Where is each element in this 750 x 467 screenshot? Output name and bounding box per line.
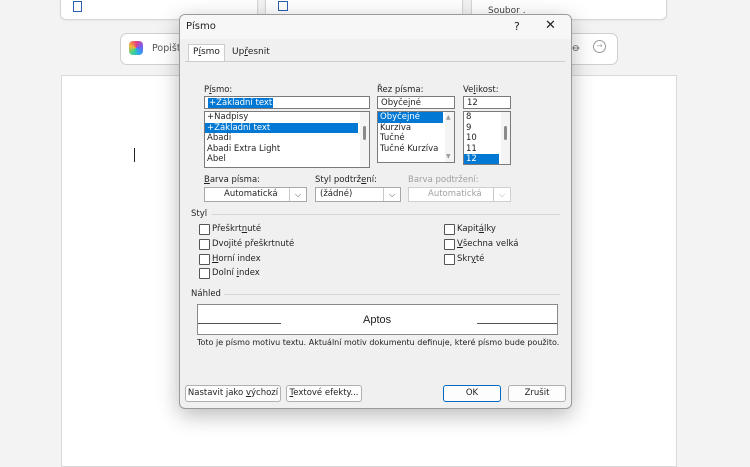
font-list-item[interactable]: Abadi	[205, 133, 369, 144]
preview-separator	[224, 294, 560, 295]
dialog-title: Písmo	[186, 21, 216, 32]
tab-advanced[interactable]: Upřesnit	[228, 45, 274, 60]
font-list[interactable]: +Nadpisy +Základní text Abadi Abadi Extr…	[204, 111, 370, 168]
dialog-titlebar: Písmo ? ✕	[180, 15, 571, 39]
small-caps-checkbox[interactable]	[444, 224, 455, 235]
preview-text: Aptos	[363, 314, 392, 326]
ok-button[interactable]: OK	[443, 385, 501, 402]
style-input[interactable]: Obyčejné	[377, 96, 455, 109]
effects-label: Styl	[191, 209, 208, 219]
underline-style-select[interactable]: (žádné) ⌵	[315, 187, 401, 202]
copilot-prompt-text: Popišt	[152, 43, 181, 54]
scroll-up-icon[interactable]: ▲	[446, 114, 451, 121]
scroll-down-icon[interactable]: ▼	[446, 153, 451, 160]
style-list-item[interactable]: Obyčejné	[378, 112, 443, 123]
double-strikethrough-checkbox[interactable]	[199, 239, 210, 250]
style-list-item[interactable]: Tučné Kurzíva	[378, 144, 454, 155]
superscript-label[interactable]: Horní index	[212, 254, 261, 264]
strikethrough-checkbox[interactable]	[199, 224, 210, 235]
preview-note: Toto je písmo motivu textu. Aktuální mot…	[197, 338, 560, 347]
cancel-button[interactable]: Zrušit	[508, 385, 566, 402]
text-cursor	[134, 148, 135, 162]
chevron-down-icon: ⌵	[289, 188, 306, 201]
style-label: Řez písma:	[377, 85, 424, 95]
small-caps-label[interactable]: Kapitálky	[457, 224, 496, 234]
font-input-value: +Základní text	[208, 98, 274, 108]
underline-style-label: Styl podtržení:	[315, 175, 377, 185]
effects-separator	[212, 214, 560, 215]
font-list-scrollbar[interactable]	[360, 112, 369, 167]
preview-label: Náhled	[191, 289, 221, 299]
font-list-item[interactable]: Abel	[205, 154, 369, 165]
style-list-item[interactable]: Kurzíva	[378, 123, 454, 134]
hidden-label[interactable]: Skryté	[457, 254, 484, 264]
style-list-scrollbar[interactable]: ▲ ▼	[445, 112, 454, 162]
send-icon[interactable]: →	[593, 40, 606, 53]
subscript-checkbox[interactable]	[199, 268, 210, 279]
document-icon	[73, 1, 82, 12]
underline-color-label: Barva podtržení:	[408, 175, 479, 185]
preview-baseline-right	[477, 323, 557, 324]
style-list-item[interactable]: Tučné	[378, 133, 454, 144]
size-list-item[interactable]: 12	[464, 154, 499, 164]
underline-color-value: Automatická	[428, 189, 482, 199]
size-input[interactable]: 12	[463, 96, 511, 109]
font-label: Písmo:	[204, 85, 233, 95]
font-dialog: Písmo ? ✕ Písmo Upřesnit Písmo: +Základn…	[179, 14, 572, 409]
underline-style-value: (žádné)	[320, 189, 353, 199]
chevron-down-icon: ⌵	[493, 188, 510, 201]
copilot-icon	[129, 41, 143, 55]
chevron-down-icon: ⌵	[383, 188, 400, 201]
superscript-checkbox[interactable]	[199, 254, 210, 265]
preview-box: Aptos	[197, 304, 558, 335]
double-strikethrough-label[interactable]: Dvojité přeškrtnuté	[212, 239, 294, 249]
size-list-scrollbar[interactable]	[501, 112, 510, 164]
subscript-label[interactable]: Dolní index	[212, 268, 260, 278]
strikethrough-label[interactable]: Přeškrtnuté	[212, 224, 261, 234]
font-color-label: Barva písma:	[204, 175, 261, 185]
close-button[interactable]: ✕	[545, 18, 556, 33]
font-color-value: Automatická	[224, 189, 278, 199]
all-caps-label[interactable]: Všechna velká	[457, 239, 518, 249]
font-list-item[interactable]: +Základní text	[205, 122, 358, 133]
underline-color-select: Automatická ⌵	[408, 187, 511, 202]
text-effects-button[interactable]: Textové efekty...	[286, 385, 362, 402]
help-button[interactable]: ?	[514, 20, 520, 33]
font-list-item[interactable]: +Nadpisy	[205, 112, 369, 123]
set-default-button[interactable]: Nastavit jako výchozí	[185, 385, 281, 402]
font-list-item[interactable]: Abadi Extra Light	[205, 144, 369, 155]
font-color-select[interactable]: Automatická ⌵	[204, 187, 307, 202]
style-list[interactable]: Obyčejné Kurzíva Tučné Tučné Kurzíva ▲ ▼	[377, 111, 455, 163]
table-icon	[278, 1, 288, 11]
all-caps-checkbox[interactable]	[444, 239, 455, 250]
font-input[interactable]: +Základní text	[204, 96, 370, 109]
preview-baseline-left	[198, 323, 281, 324]
size-label: Velikost:	[463, 85, 499, 95]
size-list[interactable]: 8 9 10 11 12	[463, 111, 511, 165]
hidden-checkbox[interactable]	[444, 254, 455, 265]
tab-font[interactable]: Písmo	[188, 44, 225, 62]
